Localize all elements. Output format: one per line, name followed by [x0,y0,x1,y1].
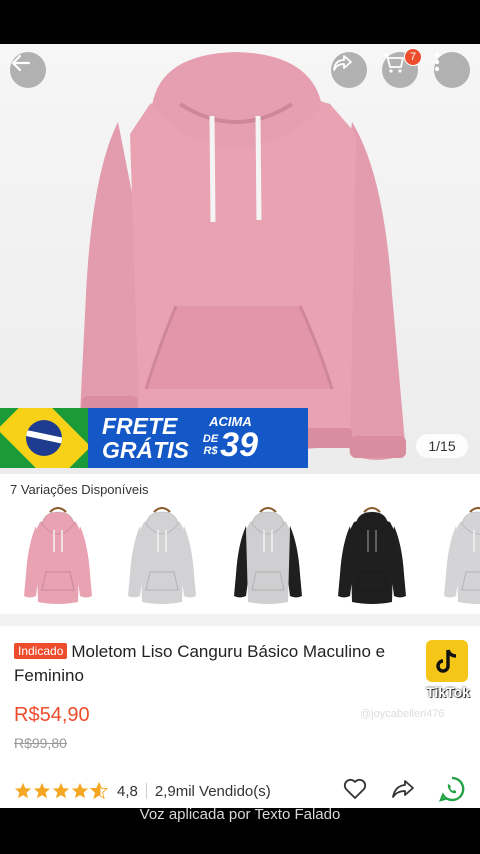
rating-value: 4,8 [117,782,138,800]
more-options-button[interactable] [434,52,470,88]
sold-count: 2,9mil Vendido(s) [154,782,271,800]
heart-icon [343,778,367,799]
share-button[interactable] [331,52,367,88]
variation-thumb-light-grey-2[interactable] [438,504,480,608]
brazil-flag-icon [0,408,88,468]
star-icon [14,782,32,799]
variations-label: 7 Variações Disponíveis [10,482,149,497]
rating-stars [14,782,109,800]
rating-divider [145,783,147,799]
product-price: R$54,90 [14,704,90,726]
variation-thumb-grey-black-sleeves[interactable] [228,504,308,608]
star-icon [33,782,51,799]
tiktok-watermark: TikTok [420,640,476,704]
product-title-block: Indicado Moletom Liso Canguru Básico Macu… [14,640,414,688]
share-arrow-icon [333,55,352,71]
variation-thumb-black[interactable] [332,504,412,608]
share-icon [392,779,414,798]
banner-de: DE [202,432,219,445]
product-old-price: R$99,80 [14,735,67,751]
favorite-button[interactable] [342,777,368,806]
tiktok-label: TikTok [426,684,470,700]
product-screen: 7 1/15 FRETE GRÁTIS ACIMA DE R$ 39 7 Var… [0,44,480,808]
cart-icon [384,54,404,73]
variation-thumb-light-grey[interactable] [122,504,202,608]
cart-count-badge: 7 [404,48,422,66]
status-bar-area [0,0,480,44]
more-vertical-icon [434,52,440,72]
star-half-icon [90,782,108,800]
tiktok-logo-icon [426,640,468,682]
back-button[interactable] [10,52,46,88]
star-icon [71,782,89,799]
image-counter: 1/15 [416,434,468,458]
whatsapp-icon [438,776,465,802]
video-caption: Voz aplicada por Texto Falado [139,806,341,823]
section-divider [0,614,480,626]
indicado-tag: Indicado [14,643,68,659]
variation-thumb-pink[interactable] [18,504,98,608]
whatsapp-button[interactable] [438,775,466,808]
variation-thumbnails [0,504,480,608]
tiktok-username: @joycabelleri476 [360,708,445,720]
cart-button[interactable]: 7 [382,48,422,88]
rating-row: 4,8 2,9mil Vendido(s) [14,776,466,806]
banner-gratis: GRÁTIS [102,437,189,463]
star-icon [52,782,70,799]
share-product-button[interactable] [390,777,416,806]
banner-amount: 39 [220,425,258,464]
arrow-left-icon [11,54,31,72]
product-title: Moletom Liso Canguru Básico Maculino e F… [14,642,386,685]
banner-frete: FRETE [102,413,178,439]
banner-currency: R$ [203,444,218,457]
free-shipping-banner: FRETE GRÁTIS ACIMA DE R$ 39 [0,408,308,468]
